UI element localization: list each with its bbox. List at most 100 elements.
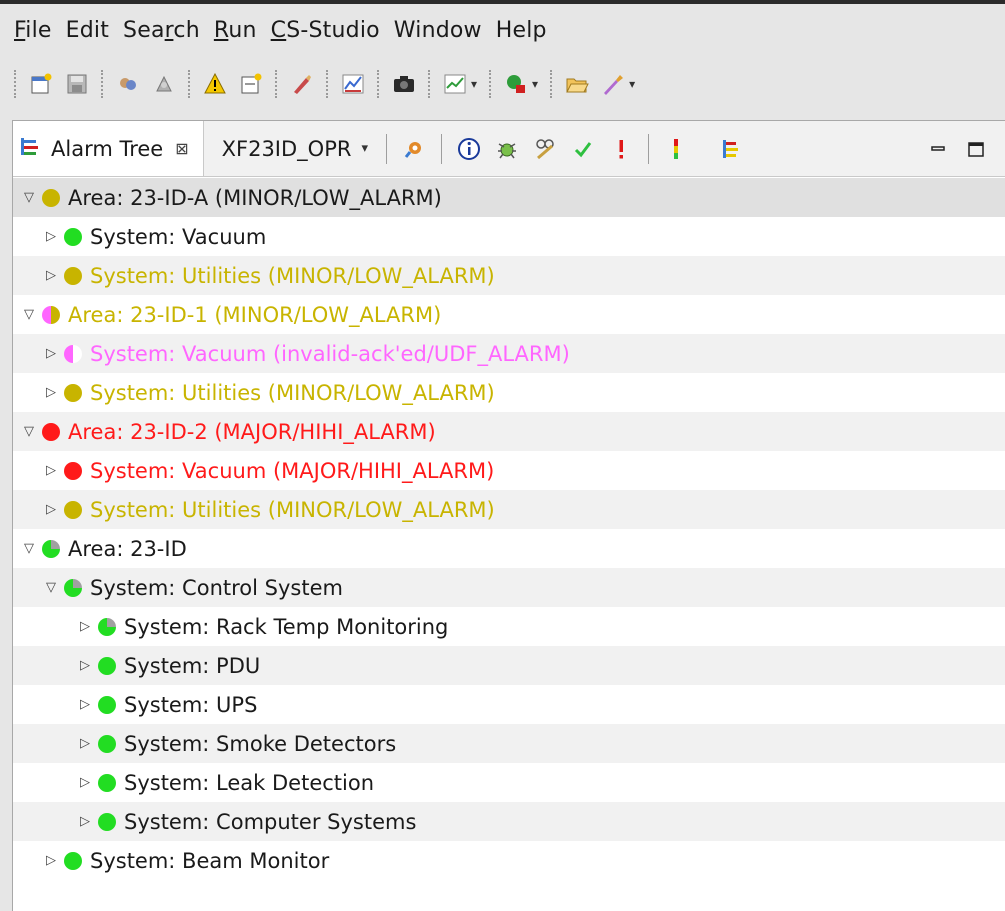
search-pv-icon[interactable] xyxy=(528,132,562,166)
menu-window[interactable]: Window xyxy=(394,18,482,43)
expand-toggle-icon[interactable]: ▷ xyxy=(43,463,59,478)
tree-row[interactable]: ▷ System: Smoke Detectors xyxy=(13,724,1005,763)
tree-item-label: System: UPS xyxy=(124,692,258,717)
probe-wand-icon[interactable] xyxy=(598,69,628,99)
tree-item-label: System: Vacuum (MAJOR/HIHI_ALARM) xyxy=(90,458,495,483)
tree-item-label: System: Vacuum xyxy=(90,224,267,249)
tree-item-label: System: Vacuum (invalid-ack'ed/UDF_ALARM… xyxy=(90,341,570,366)
tree-item-label: Area: 23-ID xyxy=(68,536,187,561)
tree-row[interactable]: ▽ Area: 23-ID-2 (MAJOR/HIHI_ALARM) xyxy=(13,412,1005,451)
expand-toggle-icon[interactable]: ▷ xyxy=(43,268,59,283)
collapse-toggle-icon[interactable]: ▽ xyxy=(21,541,37,556)
show-only-alarms-icon[interactable] xyxy=(659,132,693,166)
tree-row[interactable]: ▷ System: Utilities (MINOR/LOW_ALARM) xyxy=(13,256,1005,295)
info-icon[interactable] xyxy=(452,132,486,166)
collapse-tree-icon[interactable] xyxy=(714,132,748,166)
tree-row[interactable]: ▷ System: Vacuum (invalid-ack'ed/UDF_ALAR… xyxy=(13,334,1005,373)
alarm-warning-icon[interactable] xyxy=(200,69,230,99)
minimize-icon[interactable] xyxy=(921,132,955,166)
tree-row[interactable]: ▷ System: Beam Monitor xyxy=(13,841,1005,880)
expand-toggle-icon[interactable]: ▷ xyxy=(77,658,93,673)
expand-toggle-icon[interactable]: ▷ xyxy=(77,619,93,634)
alarm-status-icon xyxy=(98,812,116,831)
tree-row[interactable]: ▷ System: Utilities (MINOR/LOW_ALARM) xyxy=(13,373,1005,412)
expand-toggle-icon[interactable]: ▷ xyxy=(77,736,93,751)
tree-item-label: System: Utilities (MINOR/LOW_ALARM) xyxy=(90,497,495,522)
probe-pen-icon[interactable] xyxy=(287,69,317,99)
tree-row[interactable]: ▷ System: Utilities (MINOR/LOW_ALARM) xyxy=(13,490,1005,529)
collapse-toggle-icon[interactable]: ▽ xyxy=(43,580,59,595)
toolbar-separator xyxy=(489,70,492,98)
toolbar-separator xyxy=(648,133,649,164)
collapse-toggle-icon[interactable]: ▽ xyxy=(21,190,37,205)
alarm-status-icon xyxy=(64,383,82,402)
trend-chart-icon[interactable] xyxy=(440,69,470,99)
server-connect-icon[interactable] xyxy=(397,132,431,166)
toolbar-separator xyxy=(441,133,442,164)
tree-row[interactable]: ▽ Area: 23-ID-1 (MINOR/LOW_ALARM) xyxy=(13,295,1005,334)
config-name: XF23ID_OPR xyxy=(221,136,352,161)
toolbar-separator xyxy=(428,70,431,98)
tree-row[interactable]: ▷ System: Vacuum (MAJOR/HIHI_ALARM) xyxy=(13,451,1005,490)
tree-row[interactable]: ▷ System: Computer Systems xyxy=(13,802,1005,841)
tree-row[interactable]: ▷ System: Rack Temp Monitoring xyxy=(13,607,1005,646)
new-display-icon[interactable] xyxy=(236,69,266,99)
data-browser-icon[interactable] xyxy=(149,69,179,99)
alarm-status-icon xyxy=(42,188,60,207)
tree-row[interactable]: ▷ System: Leak Detection xyxy=(13,763,1005,802)
tree-row[interactable]: ▷ System: PDU xyxy=(13,646,1005,685)
expand-toggle-icon[interactable]: ▷ xyxy=(43,229,59,244)
menu-file[interactable]: File xyxy=(14,18,52,43)
alarm-status-icon xyxy=(98,734,116,753)
toolbar-separator xyxy=(326,70,329,98)
toolbar-separator xyxy=(275,70,278,98)
menu-cs-studio[interactable]: CS-Studio xyxy=(271,18,380,43)
chevron-down-icon[interactable]: ▾ xyxy=(629,77,635,91)
collapse-toggle-icon[interactable]: ▽ xyxy=(21,307,37,322)
acknowledge-icon[interactable] xyxy=(566,132,600,166)
alarm-status-icon xyxy=(98,656,116,675)
tree-item-label: System: Utilities (MINOR/LOW_ALARM) xyxy=(90,263,495,288)
menu-help[interactable]: Help xyxy=(496,18,547,43)
alarm-status-icon xyxy=(64,227,82,246)
run-icon[interactable] xyxy=(501,69,531,99)
maximize-icon[interactable] xyxy=(959,132,993,166)
expand-toggle-icon[interactable]: ▷ xyxy=(43,853,59,868)
new-file-icon[interactable] xyxy=(26,69,56,99)
expand-toggle-icon[interactable]: ▷ xyxy=(77,775,93,790)
tree-row[interactable]: ▷ System: Vacuum xyxy=(13,217,1005,256)
open-folder-icon[interactable] xyxy=(562,69,592,99)
expand-toggle-icon[interactable]: ▷ xyxy=(43,346,59,361)
tree-row[interactable]: ▷ System: UPS xyxy=(13,685,1005,724)
tree-item-label: System: Rack Temp Monitoring xyxy=(124,614,449,639)
tree-row[interactable]: ▽ Area: 23-ID-A (MINOR/LOW_ALARM) xyxy=(13,178,1005,217)
expand-toggle-icon[interactable]: ▷ xyxy=(77,697,93,712)
tab-alarm-tree[interactable]: Alarm Tree ⊠ xyxy=(13,121,204,176)
expand-toggle-icon[interactable]: ▷ xyxy=(43,385,59,400)
debug-icon[interactable] xyxy=(490,132,524,166)
expand-toggle-icon[interactable]: ▷ xyxy=(77,814,93,829)
alarm-status-icon xyxy=(64,578,82,597)
menu-edit[interactable]: Edit xyxy=(66,18,109,43)
menu-search[interactable]: Search xyxy=(123,18,200,43)
chart-editor-icon[interactable] xyxy=(338,69,368,99)
unacknowledge-icon[interactable] xyxy=(604,132,638,166)
alarm-tree[interactable]: ▽ Area: 23-ID-A (MINOR/LOW_ALARM) ▷ System:… xyxy=(13,178,1005,880)
tree-row[interactable]: ▽ System: Control System xyxy=(13,568,1005,607)
collapse-toggle-icon[interactable]: ▽ xyxy=(21,424,37,439)
chevron-down-icon[interactable]: ▾ xyxy=(471,77,477,91)
toolbar-separator xyxy=(188,70,191,98)
alarm-status-icon xyxy=(42,422,60,441)
alarm-config-select[interactable]: XF23ID_OPR ▾ xyxy=(222,137,378,161)
alarm-status-icon xyxy=(98,617,116,636)
menu-run[interactable]: Run xyxy=(214,18,257,43)
close-icon[interactable]: ⊠ xyxy=(175,139,188,158)
chevron-down-icon[interactable]: ▾ xyxy=(532,77,538,91)
expand-toggle-icon[interactable]: ▷ xyxy=(43,502,59,517)
tree-item-label: Area: 23-ID-1 (MINOR/LOW_ALARM) xyxy=(68,302,442,327)
save-icon[interactable] xyxy=(62,69,92,99)
camera-icon[interactable] xyxy=(389,69,419,99)
tree-row[interactable]: ▽ Area: 23-ID xyxy=(13,529,1005,568)
probe-icon[interactable] xyxy=(113,69,143,99)
tab-label: Alarm Tree xyxy=(51,136,164,161)
